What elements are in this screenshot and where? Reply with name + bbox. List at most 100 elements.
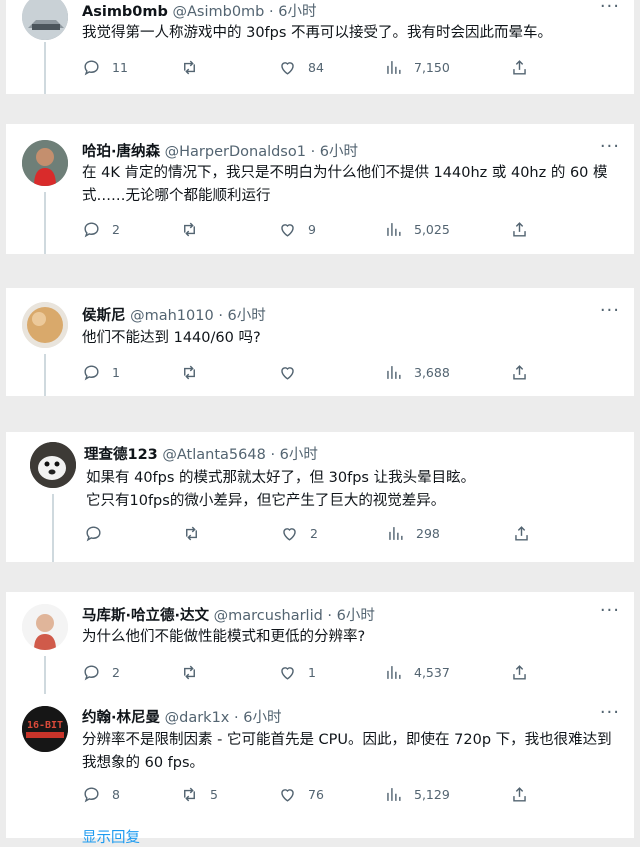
avatar[interactable]	[22, 604, 68, 650]
more-options-icon[interactable]: ···	[600, 704, 620, 722]
like-button[interactable]: 9	[278, 219, 316, 239]
share-button[interactable]	[510, 784, 529, 804]
more-options-icon[interactable]: ···	[600, 302, 620, 320]
retweet-button[interactable]: 5	[180, 784, 218, 804]
views-button[interactable]: 3,688	[384, 362, 450, 382]
more-options-icon[interactable]: ···	[600, 138, 620, 156]
tweet-header: Asimb0mb @Asimb0mb · 6小时	[82, 0, 594, 21]
views-button[interactable]: 4,537	[384, 662, 450, 682]
share-icon	[513, 664, 526, 680]
reply-icon	[84, 221, 99, 237]
timestamp[interactable]: 6小时	[243, 710, 281, 726]
like-button[interactable]: 2	[280, 523, 318, 543]
tweet[interactable]: 16-BIT 约翰·林尼曼 @dark1x · 6小时 ··· 分辨率不是限制因…	[6, 696, 634, 846]
reply-icon	[84, 786, 99, 802]
tweet-header: 马库斯·哈立德·达文 @marcusharlid · 6小时	[82, 604, 594, 625]
tweet[interactable]: 哈珀·唐纳森 @HarperDonaldso1 · 6小时 ··· 在 4K 肯…	[6, 124, 634, 254]
timestamp[interactable]: 6小时	[228, 308, 266, 324]
display-name[interactable]: 哈珀·唐纳森	[82, 144, 160, 160]
timestamp[interactable]: 6小时	[280, 447, 318, 463]
user-handle[interactable]: @Atlanta5648	[162, 447, 265, 463]
show-replies-link[interactable]: 显示回复	[82, 826, 140, 847]
retweet-button[interactable]	[180, 362, 210, 382]
reply-button[interactable]: 2	[82, 662, 120, 682]
share-button[interactable]	[510, 219, 529, 239]
retweet-icon	[184, 60, 195, 74]
avatar[interactable]	[22, 140, 68, 186]
like-button[interactable]	[278, 362, 308, 382]
views-button[interactable]: 5,025	[384, 219, 450, 239]
separator: ·	[234, 710, 239, 726]
tweet-card: 哈珀·唐纳森 @HarperDonaldso1 · 6小时 ··· 在 4K 肯…	[6, 124, 634, 254]
like-button[interactable]: 1	[278, 662, 316, 682]
tweet-text: 如果有 40fps 的模式那就太好了，但 30fps 让我头晕目眩。 它只有10…	[86, 467, 624, 513]
user-handle[interactable]: @marcusharlid	[214, 608, 323, 624]
like-count: 2	[310, 525, 318, 541]
reply-button[interactable]	[84, 523, 114, 543]
user-handle[interactable]: @HarperDonaldso1	[165, 144, 306, 160]
share-icon	[513, 59, 526, 75]
retweet-button[interactable]	[180, 219, 210, 239]
reply-button[interactable]: 1	[82, 362, 120, 382]
share-button[interactable]	[510, 662, 529, 682]
views-button[interactable]: 7,150	[384, 57, 450, 77]
display-name[interactable]: 马库斯·哈立德·达文	[82, 608, 209, 624]
retweet-button[interactable]	[180, 662, 210, 682]
tweet-actions: 8 5 76 5,129	[82, 784, 624, 804]
avatar[interactable]	[22, 302, 68, 348]
tweet[interactable]: Asimb0mb @Asimb0mb · 6小时 ··· 我觉得第一人称游戏中的…	[6, 0, 634, 94]
tweet-text: 在 4K 肯定的情况下，我只是不明白为什么他们不提供 1440hz 或 40hz…	[82, 165, 608, 204]
view-count: 298	[416, 525, 440, 541]
tweet[interactable]: 马库斯·哈立德·达文 @marcusharlid · 6小时 ··· 为什么他们…	[6, 592, 634, 694]
share-button[interactable]	[510, 57, 529, 77]
views-button[interactable]: 5,129	[384, 784, 450, 804]
display-name[interactable]: 约翰·林尼曼	[82, 710, 160, 726]
view-count: 3,688	[414, 364, 450, 380]
tweet[interactable]: 理查德123 @Atlanta5648 · 6小时 如果有 40fps 的模式那…	[6, 432, 634, 562]
view-count: 5,025	[414, 221, 450, 237]
tweet-actions: 11 84 7,150	[82, 57, 624, 77]
timestamp[interactable]: 6小时	[278, 4, 316, 20]
heart-icon	[281, 366, 294, 380]
reply-count: 2	[112, 664, 120, 680]
more-options-icon[interactable]: ···	[600, 0, 620, 16]
bar-chart-icon	[387, 365, 401, 379]
like-button[interactable]: 76	[278, 784, 324, 804]
heart-icon	[281, 61, 294, 75]
separator: ·	[327, 608, 333, 624]
timestamp[interactable]: 6小时	[320, 144, 358, 160]
heart-icon	[283, 527, 296, 541]
avatar[interactable]: 16-BIT	[22, 706, 68, 752]
display-name[interactable]: 侯斯尼	[82, 308, 126, 324]
thread-line	[44, 354, 46, 396]
reply-count: 1	[112, 364, 120, 380]
bar-chart-icon	[387, 665, 401, 679]
thread-line	[44, 192, 46, 254]
display-name[interactable]: Asimb0mb	[82, 4, 168, 20]
display-name[interactable]: 理查德123	[84, 447, 158, 463]
retweet-button[interactable]	[182, 523, 212, 543]
reply-button[interactable]: 11	[82, 57, 128, 77]
reply-icon	[84, 59, 99, 75]
like-button[interactable]: 84	[278, 57, 324, 77]
reply-button[interactable]: 8	[82, 784, 120, 804]
user-handle[interactable]: @dark1x	[165, 710, 230, 726]
user-handle[interactable]: @Asimb0mb	[173, 4, 265, 20]
tweet[interactable]: 侯斯尼 @mah1010 · 6小时 ··· 他们不能达到 1440/60 吗?…	[6, 288, 634, 396]
separator: ·	[310, 144, 316, 160]
timestamp[interactable]: 6小时	[337, 608, 375, 624]
avatar[interactable]	[22, 0, 68, 40]
svg-text:16-BIT: 16-BIT	[27, 720, 63, 731]
tweet-text: 为什么他们不能做性能模式和更低的分辨率?	[82, 629, 366, 645]
retweet-button[interactable]	[180, 57, 210, 77]
reply-button[interactable]: 2	[82, 219, 120, 239]
views-button[interactable]: 298	[386, 523, 440, 543]
share-button[interactable]	[512, 523, 531, 543]
reply-icon	[84, 364, 99, 380]
more-options-icon[interactable]: ···	[600, 602, 620, 620]
tweet-header: 侯斯尼 @mah1010 · 6小时	[82, 304, 594, 325]
user-handle[interactable]: @mah1010	[130, 308, 214, 324]
share-button[interactable]	[510, 362, 529, 382]
tweet-actions: 2 1 4,537	[82, 662, 624, 682]
avatar[interactable]	[30, 442, 76, 488]
